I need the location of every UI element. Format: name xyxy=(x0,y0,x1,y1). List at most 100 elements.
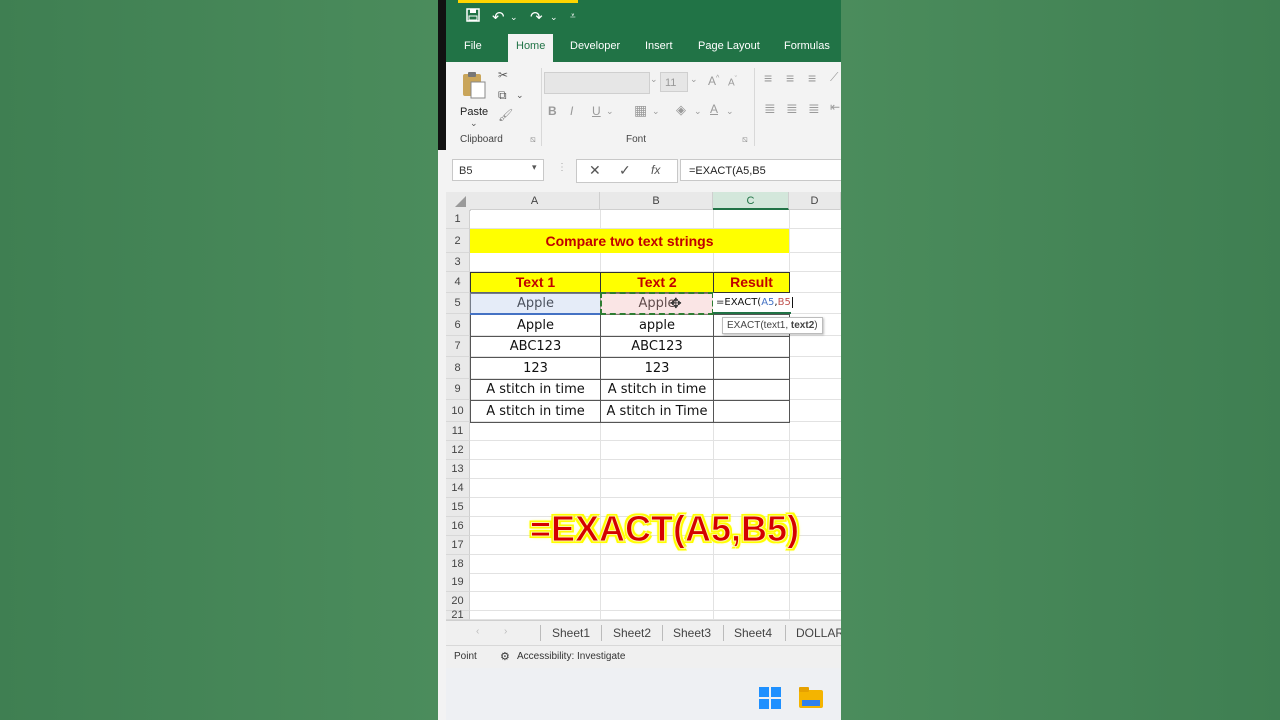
row-header-5[interactable]: 5 xyxy=(446,293,470,314)
data-cell[interactable]: A stitch in Time xyxy=(600,400,714,423)
tab-home[interactable]: Home xyxy=(508,34,554,62)
row-header-19[interactable]: 19 xyxy=(446,573,470,592)
column-header-c[interactable]: C xyxy=(713,192,789,210)
orientation-icon[interactable]: ⟋ xyxy=(830,70,838,85)
select-all-corner[interactable] xyxy=(446,192,471,211)
data-cell[interactable]: Apple xyxy=(470,314,601,337)
chevron-down-icon[interactable]: ▾ xyxy=(532,162,537,173)
row-header-8[interactable]: 8 xyxy=(446,357,470,379)
accessibility-icon[interactable]: ⚙ xyxy=(500,650,510,663)
align-right-icon[interactable]: ≣ xyxy=(808,100,820,117)
row-header-4[interactable]: 4 xyxy=(446,272,470,293)
column-header-d[interactable]: D xyxy=(789,192,841,210)
cancel-icon[interactable]: ✕ xyxy=(589,162,601,179)
chevron-down-icon[interactable]: ⌄ xyxy=(550,12,558,23)
row-header-3[interactable]: 3 xyxy=(446,253,470,272)
row-header-6[interactable]: 6 xyxy=(446,314,470,336)
font-size-box[interactable]: 11 xyxy=(660,72,688,92)
tab-formulas[interactable]: Formulas xyxy=(784,40,830,52)
data-cell[interactable] xyxy=(713,400,790,423)
increase-font-icon[interactable]: A^ xyxy=(708,74,719,88)
data-cell[interactable]: A stitch in time xyxy=(600,379,714,401)
data-cell[interactable]: Apple xyxy=(470,293,601,315)
tab-page-layout[interactable]: Page Layout xyxy=(698,40,760,52)
header-result[interactable]: Result xyxy=(713,272,790,293)
row-header-14[interactable]: 14 xyxy=(446,479,470,498)
formula-input[interactable]: =EXACT(A5,B5 xyxy=(680,159,841,181)
sheet-tab-dollar[interactable]: DOLLAR xyxy=(796,626,841,640)
align-middle-icon[interactable]: ≡ xyxy=(786,70,794,86)
font-name-box[interactable] xyxy=(544,72,650,94)
data-cell[interactable] xyxy=(713,379,790,401)
header-text1[interactable]: Text 1 xyxy=(470,272,601,293)
row-header-15[interactable]: 15 xyxy=(446,498,470,517)
align-left-icon[interactable]: ≣ xyxy=(764,100,776,117)
row-header-13[interactable]: 13 xyxy=(446,460,470,479)
chevron-down-icon[interactable]: ⌄ xyxy=(606,106,614,117)
data-cell[interactable]: ABC123 xyxy=(600,336,714,358)
data-cell[interactable]: A stitch in time xyxy=(470,400,601,423)
data-cell[interactable] xyxy=(713,357,790,380)
sheet-tab-sheet1[interactable]: Sheet1 xyxy=(552,626,590,640)
data-cell[interactable]: A stitch in time xyxy=(470,379,601,401)
bold-button[interactable]: B xyxy=(548,104,557,118)
header-text2[interactable]: Text 2 xyxy=(600,272,714,293)
windows-start-icon[interactable] xyxy=(759,687,781,709)
tab-file[interactable]: File xyxy=(464,40,482,52)
data-cell[interactable] xyxy=(713,336,790,358)
chevron-down-icon[interactable]: ⌄ xyxy=(726,106,734,117)
chevron-down-icon[interactable]: ⌄ xyxy=(510,12,518,23)
file-explorer-icon[interactable] xyxy=(799,687,823,709)
row-header-10[interactable]: 10 xyxy=(446,400,470,422)
save-icon[interactable] xyxy=(466,8,480,26)
decrease-font-icon[interactable]: Aˇ xyxy=(728,76,737,88)
data-cell[interactable]: apple xyxy=(600,314,714,337)
sheet-title-cell[interactable]: Compare two text strings xyxy=(470,229,789,253)
scroll-left-icon[interactable]: ‹ xyxy=(476,626,479,637)
sheet-tab-sheet4[interactable]: Sheet4 xyxy=(734,626,772,640)
format-painter-icon[interactable]: 🖌 xyxy=(498,108,513,122)
borders-icon[interactable]: ▦ xyxy=(634,102,647,119)
data-cell[interactable]: 123 xyxy=(470,357,601,380)
column-header-b[interactable]: B xyxy=(600,192,713,210)
data-cell[interactable]: 123 xyxy=(600,357,714,380)
customize-qat-icon[interactable]: ⩡ xyxy=(570,11,576,22)
row-header-12[interactable]: 12 xyxy=(446,441,470,460)
sheet-tab-sheet2[interactable]: Sheet2 xyxy=(613,626,651,640)
data-cell[interactable]: Apple xyxy=(600,293,714,315)
row-header-1[interactable]: 1 xyxy=(446,210,470,229)
row-header-16[interactable]: 16 xyxy=(446,517,470,536)
scroll-right-icon[interactable]: › xyxy=(504,626,507,637)
accessibility-status[interactable]: Accessibility: Investigate xyxy=(517,651,625,662)
sheet-tab-sheet3[interactable]: Sheet3 xyxy=(673,626,711,640)
chevron-down-icon[interactable]: ⌄ xyxy=(516,90,524,101)
dialog-launcher-icon[interactable]: ⧅ xyxy=(530,134,536,145)
align-center-icon[interactable]: ≣ xyxy=(786,100,798,117)
worksheet-grid[interactable]: A B C D 1 2 3 4 5 6 7 8 9 10 11 12 13 14 15 16 17 18 19 20 2… xyxy=(446,192,841,621)
paste-button[interactable]: Paste ⌄ xyxy=(456,68,492,128)
column-header-a[interactable]: A xyxy=(470,192,600,210)
row-header-18[interactable]: 18 xyxy=(446,555,470,574)
underline-button[interactable]: U xyxy=(592,104,601,118)
row-header-17[interactable]: 17 xyxy=(446,536,470,555)
name-box[interactable]: B5 xyxy=(452,159,544,181)
redo-icon[interactable]: ↷ xyxy=(530,8,543,26)
insert-function-icon[interactable]: fx xyxy=(651,163,660,177)
row-header-21[interactable]: 21 xyxy=(446,610,470,621)
fill-color-icon[interactable]: ◈ xyxy=(676,102,686,118)
data-cell[interactable]: ABC123 xyxy=(470,336,601,358)
enter-icon[interactable]: ✓ xyxy=(619,162,631,179)
italic-button[interactable]: I xyxy=(570,104,573,118)
tab-developer[interactable]: Developer xyxy=(570,40,620,52)
cell-c5-editor[interactable]: =EXACT(A5,B5 xyxy=(713,293,793,314)
copy-icon[interactable]: ⧉ xyxy=(498,88,507,103)
chevron-down-icon[interactable]: ⌄ xyxy=(652,106,660,117)
chevron-down-icon[interactable]: ⌄ xyxy=(650,74,658,85)
cut-icon[interactable]: ✂ xyxy=(498,68,508,82)
align-top-icon[interactable]: ≡ xyxy=(764,70,772,86)
font-color-icon[interactable]: A xyxy=(710,102,718,116)
row-header-2[interactable]: 2 xyxy=(446,229,470,253)
indent-icon[interactable]: ⇤ xyxy=(830,100,840,114)
chevron-down-icon[interactable]: ⌄ xyxy=(694,106,702,117)
chevron-down-icon[interactable]: ⌄ xyxy=(690,74,698,85)
